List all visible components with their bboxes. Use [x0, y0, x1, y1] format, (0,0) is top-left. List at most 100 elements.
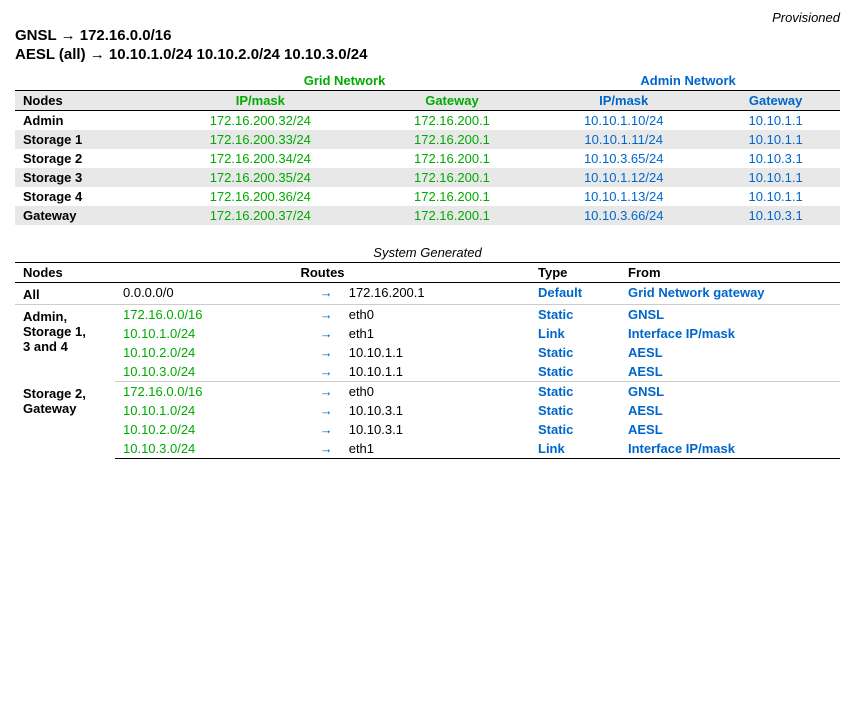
table-row: Storage 2,Gateway 172.16.0.0/16 → eth0 S…	[15, 382, 840, 402]
grid-ip: 172.16.200.36/24	[153, 187, 368, 206]
route-arrow: →	[312, 324, 341, 343]
group-node: All	[15, 283, 115, 305]
admin-ip: 10.10.1.10/24	[536, 111, 711, 131]
gnsl-line: GNSL → 172.16.0.0/16	[15, 27, 840, 44]
admin-gw: 10.10.1.1	[711, 111, 840, 131]
col-nodes: Nodes	[15, 91, 153, 111]
table-row: Storage 4 172.16.200.36/24 172.16.200.1 …	[15, 187, 840, 206]
top-table: Grid Network Admin Network Nodes IP/mask…	[15, 71, 840, 225]
route-arrow: →	[312, 305, 341, 325]
table-row: Admin,Storage 1,3 and 4 172.16.0.0/16 → …	[15, 305, 840, 325]
route-ip: 10.10.1.0/24	[115, 401, 312, 420]
node-name: Storage 2	[15, 149, 153, 168]
col-grid-gw: Gateway	[368, 91, 536, 111]
provisioned-label: Provisioned	[15, 10, 840, 25]
grid-gw: 172.16.200.1	[368, 130, 536, 149]
table-row: Storage 3 172.16.200.35/24 172.16.200.1 …	[15, 168, 840, 187]
route-target: eth0	[341, 305, 530, 325]
admin-ip: 10.10.1.13/24	[536, 187, 711, 206]
route-ip: 0.0.0.0/0	[115, 283, 312, 305]
admin-gw: 10.10.3.1	[711, 206, 840, 225]
system-generated-label: System Generated	[15, 245, 840, 260]
route-from: Interface IP/mask	[620, 439, 840, 459]
grid-ip: 172.16.200.37/24	[153, 206, 368, 225]
route-target: eth1	[341, 324, 530, 343]
node-name: Gateway	[15, 206, 153, 225]
route-from: GNSL	[620, 382, 840, 402]
route-from: AESL	[620, 343, 840, 362]
table-row: Gateway 172.16.200.37/24 172.16.200.1 10…	[15, 206, 840, 225]
route-from: Grid Network gateway	[620, 283, 840, 305]
route-target: 10.10.3.1	[341, 401, 530, 420]
admin-gw: 10.10.1.1	[711, 130, 840, 149]
route-arrow: →	[312, 439, 341, 459]
admin-ip: 10.10.3.66/24	[536, 206, 711, 225]
table-row: 10.10.2.0/24 → 10.10.1.1 Static AESL	[15, 343, 840, 362]
table-row: Storage 2 172.16.200.34/24 172.16.200.1 …	[15, 149, 840, 168]
grid-ip: 172.16.200.32/24	[153, 111, 368, 131]
grid-gw: 172.16.200.1	[368, 149, 536, 168]
route-arrow: →	[312, 401, 341, 420]
route-type: Link	[530, 324, 620, 343]
route-ip: 172.16.0.0/16	[115, 305, 312, 325]
route-from: AESL	[620, 420, 840, 439]
route-arrow: →	[312, 362, 341, 382]
route-from: Interface IP/mask	[620, 324, 840, 343]
grid-ip: 172.16.200.34/24	[153, 149, 368, 168]
route-type: Static	[530, 382, 620, 402]
grid-ip: 172.16.200.33/24	[153, 130, 368, 149]
admin-gw: 10.10.1.1	[711, 187, 840, 206]
table-row: 10.10.1.0/24 → 10.10.3.1 Static AESL	[15, 401, 840, 420]
route-target: eth0	[341, 382, 530, 402]
grid-ip: 172.16.200.35/24	[153, 168, 368, 187]
route-arrow: →	[312, 343, 341, 362]
route-arrow: →	[312, 283, 341, 305]
bottom-col-from: From	[620, 263, 840, 283]
admin-network-header: Admin Network	[536, 71, 840, 91]
grid-network-header: Grid Network	[153, 71, 536, 91]
grid-gw: 172.16.200.1	[368, 111, 536, 131]
node-name: Storage 4	[15, 187, 153, 206]
table-row: Admin 172.16.200.32/24 172.16.200.1 10.1…	[15, 111, 840, 131]
route-target: 10.10.1.1	[341, 362, 530, 382]
route-type: Static	[530, 343, 620, 362]
admin-gw: 10.10.3.1	[711, 149, 840, 168]
route-target: 10.10.3.1	[341, 420, 530, 439]
table-row: Storage 1 172.16.200.33/24 172.16.200.1 …	[15, 130, 840, 149]
route-type: Static	[530, 362, 620, 382]
route-ip: 10.10.3.0/24	[115, 362, 312, 382]
admin-ip: 10.10.1.12/24	[536, 168, 711, 187]
route-type: Link	[530, 439, 620, 459]
grid-gw: 172.16.200.1	[368, 187, 536, 206]
route-ip: 10.10.2.0/24	[115, 420, 312, 439]
group-node: Storage 2,Gateway	[15, 382, 115, 459]
route-ip: 10.10.3.0/24	[115, 439, 312, 459]
route-arrow: →	[312, 420, 341, 439]
route-type: Static	[530, 401, 620, 420]
route-type: Static	[530, 305, 620, 325]
table-row: 10.10.3.0/24 → 10.10.1.1 Static AESL	[15, 362, 840, 382]
bottom-table: Nodes Routes Type From All 0.0.0.0/0 → 1…	[15, 262, 840, 459]
route-from: AESL	[620, 401, 840, 420]
table-row: All 0.0.0.0/0 → 172.16.200.1 Default Gri…	[15, 283, 840, 305]
node-name: Storage 3	[15, 168, 153, 187]
node-name: Admin	[15, 111, 153, 131]
admin-ip: 10.10.3.65/24	[536, 149, 711, 168]
node-name: Storage 1	[15, 130, 153, 149]
route-target: 10.10.1.1	[341, 343, 530, 362]
bottom-col-routes: Routes	[115, 263, 530, 283]
bottom-col-type: Type	[530, 263, 620, 283]
route-arrow: →	[312, 382, 341, 402]
table-row: 10.10.2.0/24 → 10.10.3.1 Static AESL	[15, 420, 840, 439]
route-ip: 10.10.1.0/24	[115, 324, 312, 343]
bottom-col-nodes: Nodes	[15, 263, 115, 283]
route-ip: 172.16.0.0/16	[115, 382, 312, 402]
route-type: Default	[530, 283, 620, 305]
col-grid-ip: IP/mask	[153, 91, 368, 111]
table-row: 10.10.3.0/24 → eth1 Link Interface IP/ma…	[15, 439, 840, 459]
grid-gw: 172.16.200.1	[368, 206, 536, 225]
admin-ip: 10.10.1.11/24	[536, 130, 711, 149]
route-from: AESL	[620, 362, 840, 382]
route-from: GNSL	[620, 305, 840, 325]
grid-gw: 172.16.200.1	[368, 168, 536, 187]
